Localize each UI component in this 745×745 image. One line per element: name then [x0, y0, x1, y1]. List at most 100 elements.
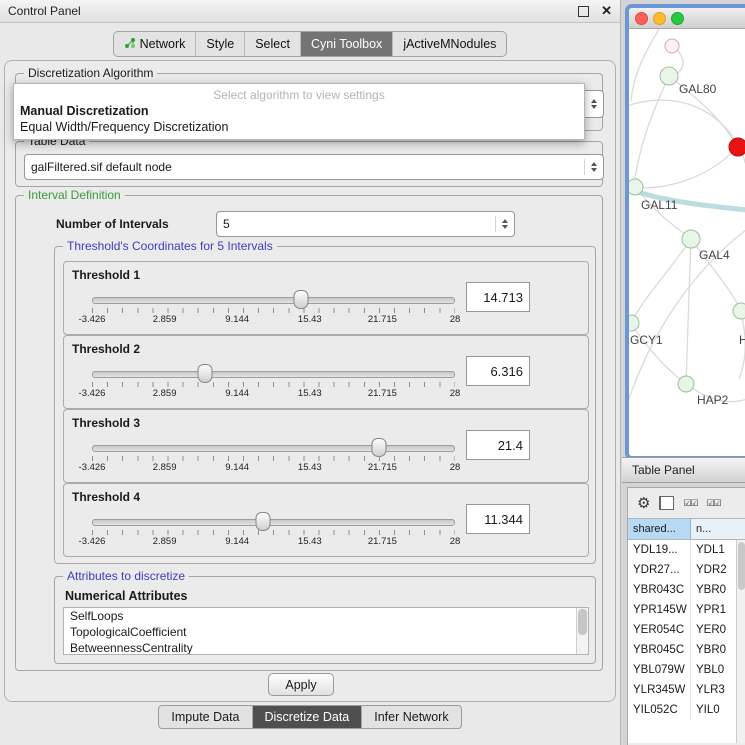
network-tab-icon	[124, 37, 136, 52]
slider-track[interactable]	[92, 445, 455, 452]
close-icon[interactable]: ✕	[601, 3, 612, 19]
table-row[interactable]: YLR345WYLR3	[628, 680, 745, 700]
node-label: H	[739, 333, 745, 347]
slider-thumb[interactable]	[197, 364, 212, 383]
slider-track[interactable]	[92, 297, 455, 304]
scrollbar-thumb[interactable]	[578, 609, 587, 635]
slider-tick-labels: -3.426 2.859 9.144 15.43 21.715 28	[92, 314, 455, 325]
node-label: GAL80	[679, 82, 717, 96]
tab-jactivemnodules[interactable]: jActiveMNodules	[392, 32, 506, 56]
gear-icon[interactable]: ⚙	[637, 496, 650, 511]
number-of-intervals-label: Number of Intervals	[56, 217, 169, 231]
threshold-1-value-field[interactable]: 14.713	[466, 282, 530, 312]
tab-discretize-data[interactable]: Discretize Data	[252, 706, 362, 728]
slider-thumb[interactable]	[294, 290, 309, 309]
list-item-selfloops[interactable]: SelfLoops	[64, 608, 588, 624]
table-scrollbar[interactable]	[736, 540, 745, 743]
tab-style[interactable]: Style	[195, 32, 244, 56]
node-hap2[interactable]	[678, 376, 694, 392]
node-unlabeled[interactable]	[733, 303, 745, 319]
thresholds-group: Threshold's Coordinates for 5 Intervals …	[54, 246, 596, 564]
dropdown-option-equal-width-frequency[interactable]: Equal Width/Frequency Discretization	[14, 119, 584, 135]
threshold-4-slider[interactable]: -3.426 2.859 9.144 15.43 21.715 28	[92, 514, 455, 548]
threshold-2-value-field[interactable]: 6.316	[466, 356, 530, 386]
table-panel-header: Table Panel	[622, 457, 745, 483]
tick-label: -3.426	[79, 536, 106, 547]
control-panel-window: Control Panel ✕ Network Style Select	[0, 0, 621, 745]
number-of-intervals-combobox[interactable]: 5	[216, 211, 515, 237]
tab-impute-data[interactable]: Impute Data	[159, 706, 251, 728]
threshold-3-value-field[interactable]: 21.4	[466, 430, 530, 460]
table-row[interactable]: YIL052CYIL0	[628, 700, 745, 720]
network-graph: GAL80 GAL11 GAL4 GCY1 HAP2 H	[629, 29, 745, 449]
float-window-icon[interactable]	[578, 6, 589, 17]
columns-icon[interactable]	[659, 496, 674, 510]
tab-infer-network[interactable]: Infer Network	[361, 706, 460, 728]
tick-label: -3.426	[79, 388, 106, 399]
tick-label: -3.426	[79, 314, 106, 325]
interval-definition-group-title: Interval Definition	[24, 188, 125, 202]
tab-network[interactable]: Network	[114, 32, 196, 56]
tab-select[interactable]: Select	[244, 32, 300, 56]
node-unlabeled[interactable]	[665, 39, 679, 53]
table-row[interactable]: YDL19...YDL1	[628, 540, 745, 560]
table-row[interactable]: YBR043CYBR0	[628, 580, 745, 600]
tick-label: -3.426	[79, 462, 106, 473]
dropdown-option-manual-discretization[interactable]: Manual Discretization	[14, 103, 584, 119]
threshold-3-panel: Threshold 3 -3.426 2.859 9.144 15.43 21.…	[63, 409, 589, 483]
slider-track[interactable]	[92, 519, 455, 526]
table-row[interactable]: YDR27...YDR2	[628, 560, 745, 580]
tab-cyni-toolbox[interactable]: Cyni Toolbox	[300, 32, 392, 56]
threshold-3-slider[interactable]: -3.426 2.859 9.144 15.43 21.715 28	[92, 440, 455, 474]
minimize-traffic-light-icon[interactable]	[653, 12, 666, 25]
threshold-label: Threshold 3	[72, 416, 140, 430]
threshold-1-slider[interactable]: -3.426 2.859 9.144 15.43 21.715 28	[92, 292, 455, 326]
node-label: GAL11	[641, 198, 678, 212]
threshold-4-value-field[interactable]: 11.344	[466, 504, 530, 534]
table-row[interactable]: YPR145WYPR1	[628, 600, 745, 620]
node-gal4[interactable]	[682, 230, 700, 248]
numerical-attributes-label: Numerical Attributes	[65, 589, 187, 603]
slider-tick-labels: -3.426 2.859 9.144 15.43 21.715 28	[92, 388, 455, 399]
node-gal80[interactable]	[660, 67, 678, 85]
slider-thumb[interactable]	[255, 512, 270, 531]
apply-button[interactable]: Apply	[268, 673, 334, 696]
tick-label: 21.715	[368, 462, 397, 473]
select-all-checkboxes-icon[interactable]: ☑☑	[683, 498, 697, 509]
list-item-topologicalcoefficient[interactable]: TopologicalCoefficient	[64, 624, 588, 640]
tick-label: 15.43	[298, 536, 322, 547]
number-of-intervals-value: 5	[223, 217, 230, 231]
deselect-checkboxes-icon[interactable]: ☑☑	[707, 498, 721, 509]
tick-label: 21.715	[368, 536, 397, 547]
node-label: GCY1	[630, 333, 663, 347]
list-item-betweennesscentrality[interactable]: BetweennessCentrality	[64, 640, 588, 655]
table-panel-window: ⚙ ☑☑ ☑☑ shared... n... YDL19...YDL1 YDR2…	[627, 487, 745, 745]
table-row[interactable]: YBR045CYBR0	[628, 640, 745, 660]
node-gal11[interactable]	[629, 179, 643, 195]
table-data-combobox[interactable]: galFiltered.sif default node	[24, 154, 604, 180]
numerical-attributes-list: SelfLoops TopologicalCoefficient Between…	[63, 607, 589, 655]
table-row[interactable]: YER054CYER0	[628, 620, 745, 640]
threshold-2-slider[interactable]: -3.426 2.859 9.144 15.43 21.715 28	[92, 366, 455, 400]
slider-tickmarks	[92, 530, 455, 535]
dropdown-placeholder-item[interactable]: Select algorithm to view settings	[14, 87, 584, 103]
node-selected-red[interactable]	[729, 138, 745, 156]
attributes-scrollbar[interactable]	[576, 608, 588, 654]
scrollbar-thumb[interactable]	[738, 542, 745, 590]
zoom-traffic-light-icon[interactable]	[671, 12, 684, 25]
attributes-group: Attributes to discretize Numerical Attri…	[54, 576, 596, 664]
threshold-4-panel: Threshold 4 -3.426 2.859 9.144 15.43 21.…	[63, 483, 589, 557]
window-title: Control Panel	[8, 4, 81, 18]
column-header-shared-name[interactable]: shared...	[628, 519, 691, 539]
threshold-label: Threshold 4	[72, 490, 140, 504]
close-traffic-light-icon[interactable]	[635, 12, 648, 25]
tick-label: 15.43	[298, 314, 322, 325]
slider-thumb[interactable]	[371, 438, 386, 457]
slider-track[interactable]	[92, 371, 455, 378]
node-gcy1[interactable]	[629, 315, 639, 331]
tick-label: 9.144	[225, 462, 249, 473]
column-header-name[interactable]: n...	[691, 519, 745, 539]
network-canvas[interactable]: GAL80 GAL11 GAL4 GCY1 HAP2 H	[629, 29, 745, 456]
tick-label: 2.859	[153, 536, 177, 547]
table-row[interactable]: YBL079WYBL0	[628, 660, 745, 680]
